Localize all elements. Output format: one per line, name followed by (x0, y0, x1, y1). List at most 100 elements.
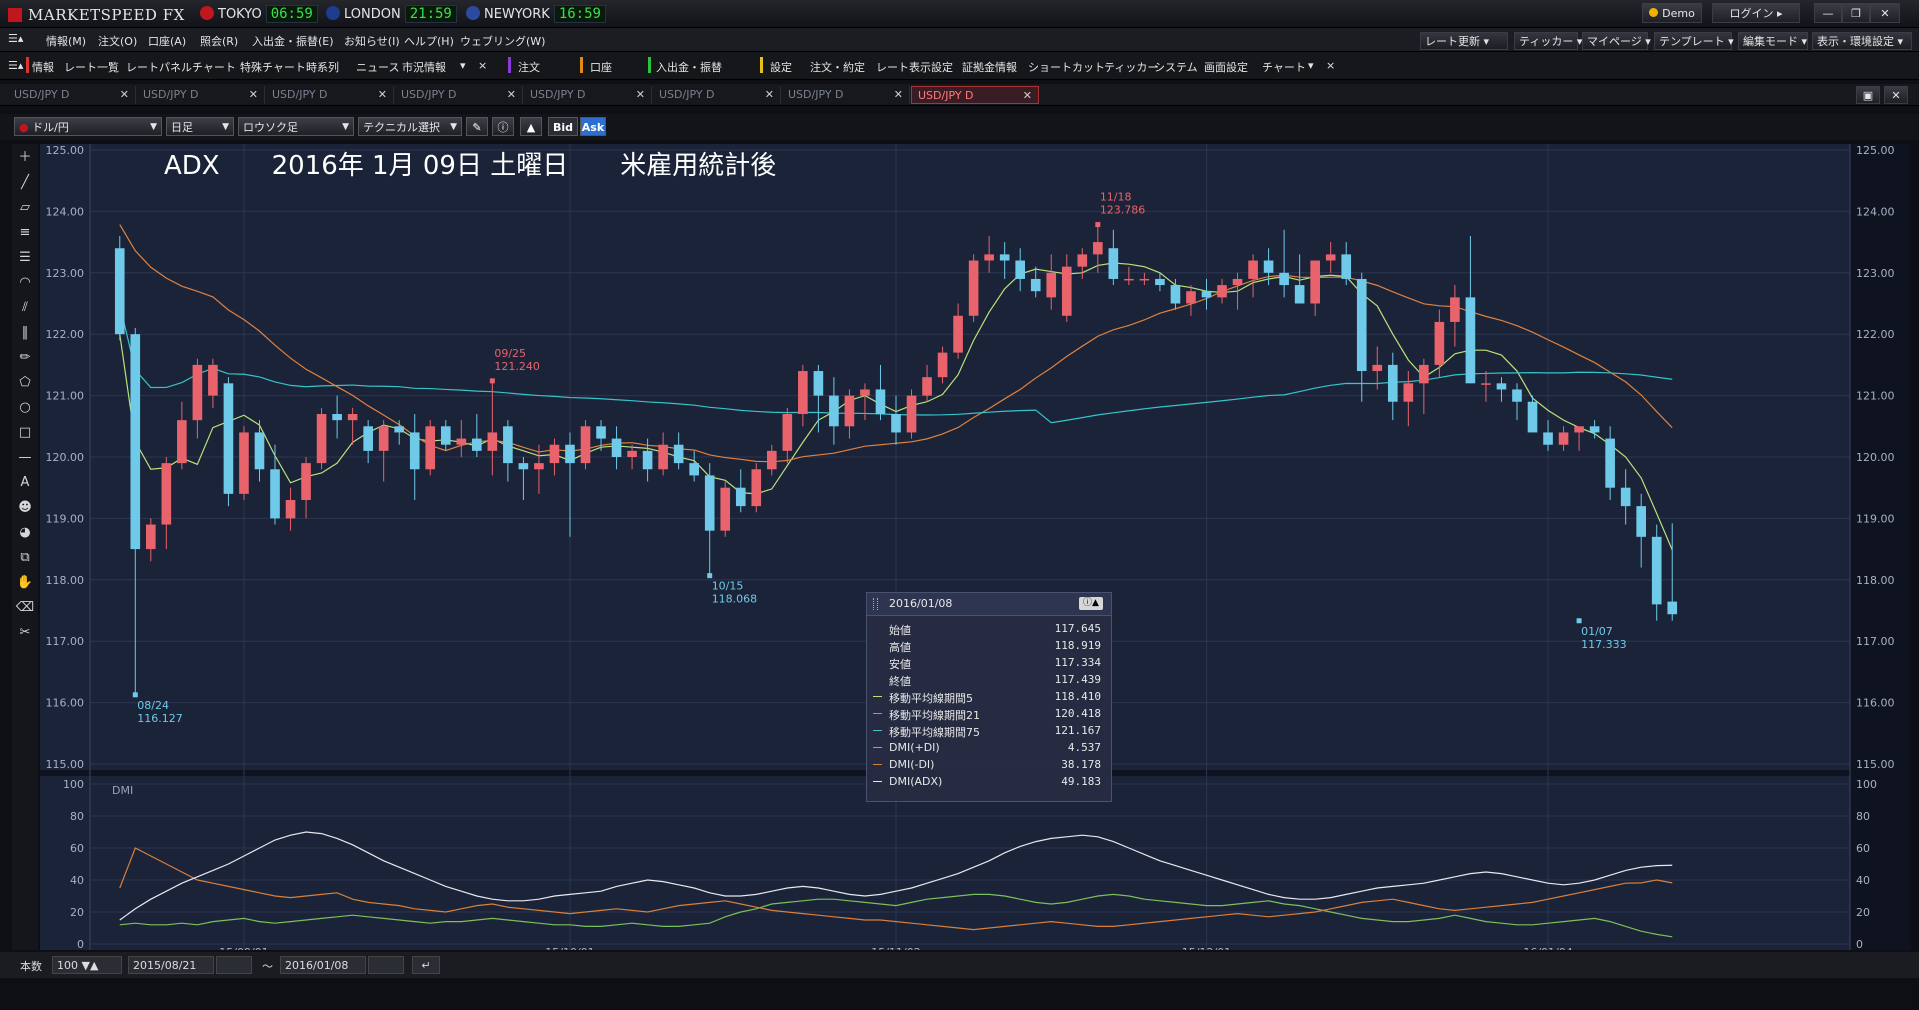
menu-right-button[interactable]: 編集モード ▾ (1738, 32, 1808, 50)
bid-button[interactable]: Bid (548, 117, 578, 136)
apply-range-icon[interactable]: ↵ (412, 956, 440, 974)
hline-icon[interactable]: ≡ (15, 223, 35, 243)
menu-right-button[interactable]: ティッカー ▾ (1514, 32, 1582, 50)
vline-icon[interactable]: ‖ (15, 323, 35, 343)
toolbar-item[interactable]: ティッカー (1104, 59, 1158, 75)
menu-right-button[interactable]: 表示・環境設定 ▾ (1812, 32, 1912, 50)
toolbar-deposit[interactable]: 入出金・振替 (656, 59, 722, 75)
info-icon[interactable]: ⓘ (492, 117, 514, 136)
chart-tab[interactable]: USD/JPY D ✕ (524, 86, 652, 104)
toolbar-account[interactable]: 口座 (590, 59, 612, 75)
minimize-icon[interactable]: — (1814, 3, 1842, 23)
count-select[interactable]: 100 ▼▲ (52, 956, 122, 974)
menu-grip-icon[interactable]: ☰▴ (8, 32, 23, 45)
tooltip-toggle-icon[interactable]: ⓘ▲ (1079, 597, 1103, 610)
from-date-field[interactable]: 2015/08/21 (128, 956, 214, 974)
text-icon[interactable]: A (15, 473, 35, 493)
stamp-icon[interactable]: ☻ (15, 498, 35, 518)
close-icon[interactable]: ✕ (1870, 3, 1900, 23)
close-tab-icon[interactable]: ✕ (120, 86, 129, 104)
candle[interactable] (316, 407, 327, 470)
ruler-icon[interactable]: ▱ (15, 198, 35, 218)
toolbar-item[interactable]: レート一覧 (64, 59, 119, 75)
candle[interactable] (114, 235, 125, 341)
maximize-icon[interactable]: ▣ (1856, 86, 1880, 104)
chevron-down-icon[interactable]: ▾ (460, 59, 466, 72)
menu-item[interactable]: 注文(O) (98, 33, 137, 49)
close-tab-icon[interactable]: ✕ (636, 86, 645, 104)
menu-right-button[interactable]: マイページ ▾ (1582, 32, 1651, 50)
login-button[interactable]: ログイン ▸ (1712, 3, 1800, 23)
rectangle-icon[interactable]: □ (15, 423, 35, 443)
chart-tab[interactable]: USD/JPY D ✕ (782, 86, 910, 104)
demo-button[interactable]: Demo (1642, 3, 1702, 23)
chart-tab[interactable]: USD/JPY D ✕ (911, 86, 1039, 104)
circle-icon[interactable]: ○ (15, 398, 35, 418)
currency-pair-select[interactable]: ● ドル/円 ▼ (14, 117, 162, 136)
to-date-field[interactable]: 2016/01/08 (280, 956, 366, 974)
candle[interactable] (906, 389, 917, 439)
close-tab-icon[interactable]: ✕ (765, 86, 774, 104)
chevron-down-icon[interactable]: ▾ (1308, 59, 1314, 72)
eraser-icon[interactable]: ⌫ (15, 598, 35, 618)
close-tab-icon[interactable]: ✕ (378, 86, 387, 104)
close-tab-icon[interactable]: ✕ (1023, 87, 1032, 105)
toolbar-item[interactable]: チャート (1262, 59, 1306, 75)
menu-item[interactable]: ヘルプ(H) (404, 33, 454, 49)
menu-item[interactable]: 情報(M) (46, 33, 86, 49)
toolbar-item[interactable]: 設定 (770, 59, 792, 75)
trendline-icon[interactable]: ╱ (15, 173, 35, 193)
fan-icon[interactable]: ◠ (15, 273, 35, 293)
toolbar-grip-icon[interactable]: ☰▴ (8, 59, 23, 72)
candle[interactable] (425, 420, 436, 476)
area-chart-icon[interactable]: ▲ (520, 117, 542, 136)
toolbar-order[interactable]: 注文 (518, 59, 540, 75)
chart-tab[interactable]: USD/JPY D ✕ (8, 86, 136, 104)
pen-icon[interactable]: ✎ (466, 117, 488, 136)
restore-icon[interactable]: ❐ (1842, 3, 1870, 23)
menu-item[interactable]: ウェブリング(W) (460, 33, 545, 49)
toolbar-item[interactable]: 情報 (32, 59, 54, 75)
close-tab-icon[interactable]: ✕ (894, 86, 903, 104)
close-chart-icon[interactable]: ✕ (1884, 86, 1908, 104)
erase-all-icon[interactable]: ✂ (15, 623, 35, 643)
candle[interactable] (239, 426, 249, 500)
chart-style-select[interactable]: ロウソク足 ▼ (238, 117, 354, 136)
toolbar-item[interactable]: 特殊チャート (240, 59, 306, 75)
pencil-icon[interactable]: ✏ (15, 348, 35, 368)
menu-item[interactable]: お知らせ(I) (344, 33, 400, 49)
menu-item[interactable]: 照会(R) (200, 33, 238, 49)
copy-icon[interactable]: ⧉ (15, 548, 35, 568)
drag-handle-icon[interactable] (873, 598, 878, 610)
toolbar-item[interactable]: ショートカット (1028, 59, 1105, 75)
toolbar-item[interactable]: レート表示設定 (876, 59, 953, 75)
menu-right-button[interactable]: テンプレート ▾ (1654, 32, 1734, 50)
hand-icon[interactable]: ✋ (15, 573, 35, 593)
toolbar-item[interactable]: 時系列 (306, 59, 339, 75)
technical-select[interactable]: テクニカル選択 ▼ (358, 117, 462, 136)
line-icon[interactable]: — (15, 448, 35, 468)
close-icon[interactable]: × (478, 59, 487, 72)
menu-item[interactable]: 入出金・振替(E) (252, 33, 334, 49)
toolbar-item[interactable]: チャート (192, 59, 236, 75)
chart-tab[interactable]: USD/JPY D ✕ (653, 86, 781, 104)
ask-button[interactable]: Ask (580, 117, 606, 136)
chart-tab[interactable]: USD/JPY D ✕ (395, 86, 523, 104)
toolbar-item[interactable]: 市況情報 (402, 59, 446, 75)
candle[interactable] (720, 481, 731, 537)
tooltip-header[interactable]: 2016/01/08 ⓘ▲ (867, 593, 1111, 616)
toolbar-item[interactable]: ニュース (356, 59, 399, 75)
menu-item[interactable]: 口座(A) (148, 33, 186, 49)
candle[interactable] (968, 254, 979, 322)
candle[interactable] (751, 463, 762, 513)
chart-tab[interactable]: USD/JPY D ✕ (266, 86, 394, 104)
from-time-field[interactable] (216, 956, 252, 974)
chart-tab[interactable]: USD/JPY D ✕ (137, 86, 265, 104)
crosshair-icon[interactable]: ＋ (15, 148, 35, 168)
channel-icon[interactable]: ⫽ (15, 298, 35, 318)
toolbar-item[interactable]: システム (1154, 59, 1198, 75)
toolbar-item[interactable]: レートパネル (126, 59, 192, 75)
price-chart[interactable]: 125.00 125.00 124.00 124.00 123.00 123.00 122.… (40, 144, 1910, 950)
period-select[interactable]: 日足 ▼ (166, 117, 234, 136)
toolbar-item[interactable]: 注文・約定 (810, 59, 865, 75)
